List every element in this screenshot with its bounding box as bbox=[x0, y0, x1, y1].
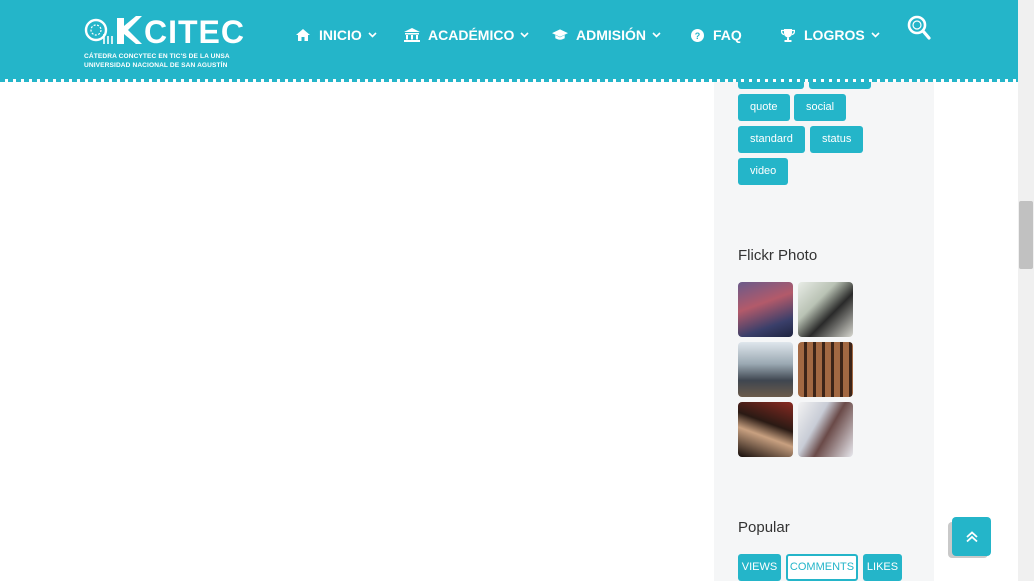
nav-item-admision[interactable]: ADMISIÓN bbox=[552, 25, 662, 45]
nav-label-logros: LOGROS bbox=[804, 27, 865, 43]
flickr-photo-3[interactable] bbox=[738, 342, 793, 397]
chevron-down-icon bbox=[652, 30, 662, 40]
logo-subtitle-line2: UNIVERSIDAD NACIONAL DE SAN AGUSTÍN bbox=[84, 61, 228, 69]
nav-item-inicio[interactable]: INICIO bbox=[295, 25, 378, 45]
page-scrollbar[interactable] bbox=[1018, 0, 1034, 581]
logo-title: CITEC bbox=[144, 14, 245, 50]
site-logo[interactable]: CITEC CÁTEDRA CONCYTEC EN TIC'S DE LA UN… bbox=[84, 12, 244, 72]
chevron-down-icon bbox=[368, 30, 378, 40]
tag-video[interactable]: video bbox=[738, 158, 789, 185]
home-icon bbox=[295, 28, 311, 42]
chevron-down-icon bbox=[871, 30, 881, 40]
flickr-widget-title: Flickr Photo bbox=[738, 247, 818, 264]
question-circle-icon: ? bbox=[689, 28, 705, 42]
tag-social[interactable]: social bbox=[794, 94, 847, 121]
citec-logo-mark-icon bbox=[84, 16, 142, 44]
flickr-photo-2[interactable] bbox=[798, 282, 853, 337]
popular-tab-views[interactable]: VIEWS bbox=[738, 554, 781, 581]
logo-subtitle-line1: CÁTEDRA CONCYTEC EN TIC'S DE LA UNSA bbox=[84, 53, 230, 60]
popular-tab-comments[interactable]: COMMENTS bbox=[786, 554, 858, 581]
chevron-up-icon bbox=[965, 530, 978, 542]
nav-label-inicio: INICIO bbox=[319, 27, 362, 43]
search-icon bbox=[907, 15, 931, 40]
sidebar: quote social standard status video Flick… bbox=[714, 0, 934, 581]
back-to-top-button[interactable] bbox=[952, 517, 991, 556]
bank-icon bbox=[404, 28, 420, 42]
nav-item-faq[interactable]: ? FAQ bbox=[689, 25, 742, 45]
logo-subtitle: CÁTEDRA CONCYTEC EN TIC'S DE LA UNSA UNI… bbox=[84, 53, 230, 70]
page: CITEC CÁTEDRA CONCYTEC EN TIC'S DE LA UN… bbox=[0, 0, 1034, 581]
graduation-cap-icon bbox=[552, 28, 568, 42]
flickr-photo-5[interactable] bbox=[738, 402, 793, 457]
tag-standard[interactable]: standard bbox=[738, 126, 805, 153]
scrollbar-thumb[interactable] bbox=[1019, 201, 1033, 269]
nav-label-admision: ADMISIÓN bbox=[576, 27, 646, 43]
trophy-icon bbox=[780, 28, 796, 42]
nav-item-academico[interactable]: ACADÉMICO bbox=[404, 25, 530, 45]
flickr-photo-1[interactable] bbox=[738, 282, 793, 337]
tag-status[interactable]: status bbox=[810, 126, 864, 153]
popular-tab-likes[interactable]: LIKES bbox=[863, 554, 902, 581]
tag-quote[interactable]: quote bbox=[738, 94, 790, 121]
popular-widget-title: Popular bbox=[738, 519, 790, 536]
nav-label-academico: ACADÉMICO bbox=[428, 27, 515, 43]
svg-text:?: ? bbox=[694, 31, 700, 41]
search-button[interactable] bbox=[905, 14, 933, 42]
site-header: CITEC CÁTEDRA CONCYTEC EN TIC'S DE LA UN… bbox=[0, 0, 1018, 82]
flickr-photo-6[interactable] bbox=[798, 402, 853, 457]
nav-item-logros[interactable]: LOGROS bbox=[780, 25, 881, 45]
chevron-down-icon bbox=[520, 30, 530, 40]
nav-label-faq: FAQ bbox=[713, 27, 742, 43]
flickr-photo-4[interactable] bbox=[798, 342, 853, 397]
